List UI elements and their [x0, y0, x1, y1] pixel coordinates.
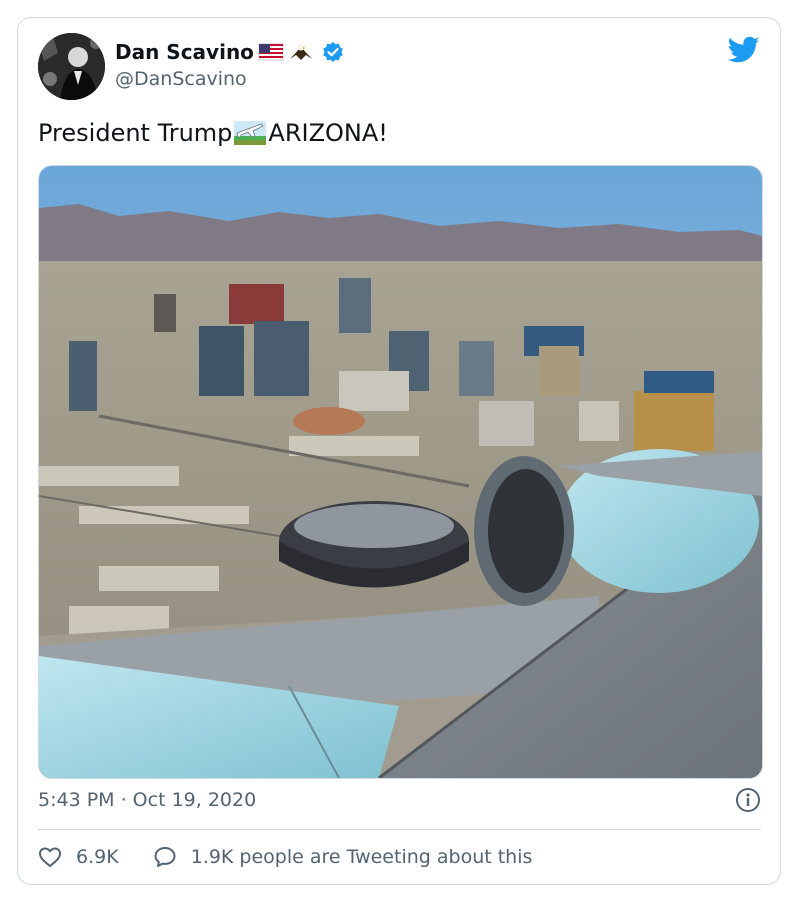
like-button[interactable]: 6.9K — [38, 845, 119, 869]
eagle-icon — [288, 41, 314, 63]
avatar[interactable] — [38, 33, 105, 100]
heart-icon — [39, 847, 61, 867]
twitter-bird-icon[interactable] — [727, 36, 760, 64]
display-name[interactable]: Dan Scavino — [115, 40, 254, 64]
author-handle[interactable]: @DanScavino — [115, 68, 247, 90]
tweet-meta-row: 5:43 PM · Oct 19, 2020 — [38, 787, 761, 817]
author-name-row[interactable]: Dan Scavino — [115, 40, 344, 64]
tweet-text: President Trump ARIZONA! — [38, 118, 388, 148]
tweet-text-before: President Trump — [38, 119, 233, 147]
verified-badge-icon — [322, 41, 344, 63]
tweeting-count: 1.9K people are Tweeting about this — [190, 846, 533, 868]
divider — [38, 829, 761, 830]
flag-us-icon — [258, 41, 284, 63]
tweet-text-after: ARIZONA! — [268, 119, 388, 147]
airplane-emoji-icon — [233, 118, 267, 148]
reply-button[interactable]: 1.9K people are Tweeting about this — [153, 845, 533, 869]
timestamp[interactable]: 5:43 PM · Oct 19, 2020 — [38, 789, 256, 811]
tweet-card: Dan Scavino @DanScavino President Trump … — [17, 17, 781, 885]
speech-bubble-icon — [154, 847, 176, 867]
action-bar: 6.9K 1.9K people are Tweeting about this — [38, 842, 566, 872]
tweet-photo[interactable] — [38, 165, 763, 779]
info-icon[interactable] — [735, 787, 761, 813]
like-count: 6.9K — [76, 846, 119, 868]
